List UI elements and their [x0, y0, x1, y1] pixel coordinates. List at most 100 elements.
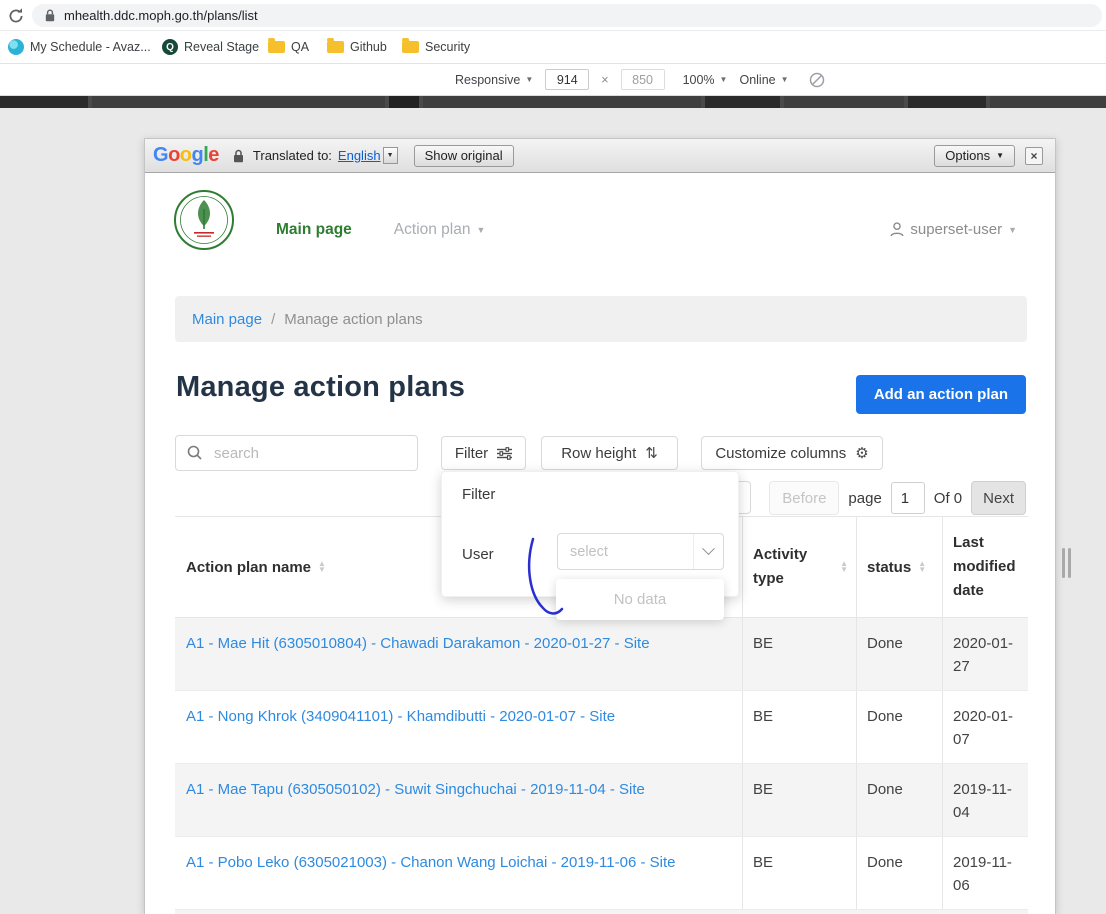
- action-plan-link[interactable]: A1 - Mae Tapu (6305050102) - Suwit Singc…: [186, 781, 645, 798]
- devtools-device-toolbar: Responsive ▼ × 100% ▼ Online ▼: [0, 64, 1106, 96]
- lock-icon: [45, 9, 55, 22]
- caret-down-icon: ▼: [719, 75, 728, 84]
- zoom-select[interactable]: 100% ▼: [683, 73, 728, 87]
- action-plan-link[interactable]: A1 - Nong Khrok (3409041101) - Khamdibut…: [186, 708, 615, 725]
- nav-main-page[interactable]: Main page: [276, 221, 352, 239]
- caret-down-icon: ▼: [780, 75, 789, 84]
- select-dropdown-no-data: No data: [556, 579, 724, 620]
- folder-icon: [327, 38, 344, 53]
- google-logo: Google: [153, 144, 219, 166]
- filter-user-label: User: [462, 546, 494, 563]
- caret-down-icon: ▼: [476, 225, 486, 235]
- add-action-plan-button[interactable]: Add an action plan: [855, 375, 1026, 414]
- filter-sliders-icon: [497, 446, 513, 460]
- gear-icon: ⚙: [855, 444, 869, 462]
- rotate-disabled-icon: [809, 72, 824, 87]
- sort-icon: ▲ ▼: [918, 558, 927, 574]
- caret-down-icon: ▼: [525, 75, 534, 84]
- site-header: Main page Action plan ▼ superset-user ▼: [145, 173, 1055, 285]
- dimension-separator: ×: [601, 72, 609, 87]
- bookmark-reveal-stage[interactable]: Q Reveal Stage: [162, 39, 259, 55]
- options-button[interactable]: Options ▼: [934, 144, 1015, 167]
- nav-action-plan[interactable]: Action plan ▼: [394, 221, 486, 239]
- viewport-height-input[interactable]: [620, 69, 665, 90]
- next-page-button[interactable]: Next: [971, 481, 1026, 515]
- bookmark-my-schedule[interactable]: My Schedule - Avaz...: [8, 39, 151, 55]
- customize-columns-button[interactable]: Customize columns ⚙: [701, 436, 883, 470]
- table-row: A1 - Nong Khrok (3409041101) - Khamdibut…: [175, 691, 1028, 764]
- browser-window: mhealth.ddc.moph.go.th/plans/list My Sch…: [0, 0, 1106, 914]
- breadcrumb-separator: /: [271, 310, 276, 328]
- device-frame-strip: [0, 96, 1106, 108]
- user-menu[interactable]: superset-user ▼: [890, 221, 1017, 238]
- sort-icon: ▲ ▼: [840, 558, 848, 574]
- column-header-status[interactable]: status ▲ ▼: [857, 517, 943, 617]
- action-plan-link[interactable]: A1 - Mae Hit (6305010804) - Chawadi Dara…: [186, 635, 650, 652]
- viewport-width-input[interactable]: [545, 69, 590, 90]
- caret-down-icon: ▼: [996, 151, 1004, 160]
- page-number-input[interactable]: [890, 482, 925, 514]
- status-cell: Done: [857, 618, 943, 690]
- language-select[interactable]: English ▼: [338, 147, 398, 164]
- bookmark-folder-github[interactable]: Github: [327, 38, 387, 54]
- avaza-icon: [8, 39, 24, 55]
- modified-date-cell: 2020-01-27: [953, 635, 1014, 675]
- breadcrumb: Main page / Manage action plans: [175, 296, 1027, 342]
- search-input[interactable]: [175, 435, 418, 471]
- modified-date-cell: 2020-01-07: [953, 708, 1014, 748]
- page-title: Manage action plans: [176, 371, 466, 403]
- column-header-last-modified[interactable]: Last modified date: [943, 517, 1028, 617]
- address-bar[interactable]: mhealth.ddc.moph.go.th/plans/list: [32, 4, 1102, 27]
- browser-toolbar: mhealth.ddc.moph.go.th/plans/list: [0, 0, 1106, 31]
- table-row-partial: [175, 910, 1028, 914]
- activity-type-cell: BE: [743, 691, 857, 763]
- bookmark-folder-security[interactable]: Security: [402, 38, 470, 54]
- caret-down-icon: ▼: [1008, 224, 1017, 235]
- lock-icon: [233, 149, 243, 162]
- search-box: [175, 435, 418, 471]
- rotate-viewport-button[interactable]: [809, 72, 825, 88]
- responsive-viewport: Google Translated to: English ▼ Show ori…: [144, 138, 1056, 914]
- activity-type-cell: BE: [743, 837, 857, 909]
- activity-type-cell: BE: [743, 618, 857, 690]
- action-plan-link[interactable]: A1 - Pobo Leko (6305021003) - Chanon Wan…: [186, 854, 675, 871]
- viewport-resize-handle[interactable]: [1062, 548, 1071, 578]
- filter-button[interactable]: Filter: [441, 436, 526, 470]
- table-row: A1 - Mae Hit (6305010804) - Chawadi Dara…: [175, 618, 1028, 691]
- page-count-label: Of 0: [933, 489, 963, 507]
- translated-to-label: Translated to:: [252, 148, 332, 163]
- row-height-icon: ⇅: [645, 444, 658, 462]
- modified-date-cell: 2019-11-04: [953, 781, 1012, 821]
- column-header-activity-type[interactable]: Activity type ▲ ▼: [743, 517, 857, 617]
- chevron-down-icon: [693, 534, 723, 569]
- table-row: A1 - Mae Tapu (6305050102) - Suwit Singc…: [175, 764, 1028, 837]
- user-select[interactable]: select: [557, 533, 724, 570]
- reload-icon: [9, 8, 23, 23]
- before-page-button[interactable]: Before: [769, 481, 840, 515]
- moph-logo: [173, 189, 235, 251]
- caret-down-icon: ▼: [382, 147, 398, 164]
- page-label: page: [848, 489, 882, 507]
- activity-type-cell: BE: [743, 764, 857, 836]
- person-icon: [890, 222, 904, 237]
- table-row: A1 - Pobo Leko (6305021003) - Chanon Wan…: [175, 837, 1028, 910]
- device-type-select[interactable]: Responsive ▼: [455, 73, 533, 87]
- show-original-button[interactable]: Show original: [413, 144, 514, 167]
- sort-icon: ▲ ▼: [318, 558, 326, 574]
- bookmarks-bar: My Schedule - Avaz... Q Reveal Stage QA …: [0, 31, 1106, 64]
- network-throttle-select[interactable]: Online ▼: [739, 73, 788, 87]
- reveal-icon: Q: [162, 39, 178, 55]
- breadcrumb-current: Manage action plans: [284, 310, 423, 328]
- row-height-button[interactable]: Row height ⇅: [541, 436, 678, 470]
- status-cell: Done: [857, 764, 943, 836]
- folder-icon: [402, 38, 419, 53]
- devtools-workspace: Google Translated to: English ▼ Show ori…: [0, 108, 1106, 914]
- filter-panel-title: Filter: [462, 486, 496, 503]
- breadcrumb-main-page[interactable]: Main page: [192, 311, 262, 328]
- google-translate-bar: Google Translated to: English ▼ Show ori…: [145, 139, 1055, 173]
- bookmark-folder-qa[interactable]: QA: [268, 38, 309, 54]
- status-cell: Done: [857, 837, 943, 909]
- reload-button[interactable]: [5, 5, 27, 27]
- folder-icon: [268, 38, 285, 53]
- close-translate-button[interactable]: ×: [1025, 146, 1043, 165]
